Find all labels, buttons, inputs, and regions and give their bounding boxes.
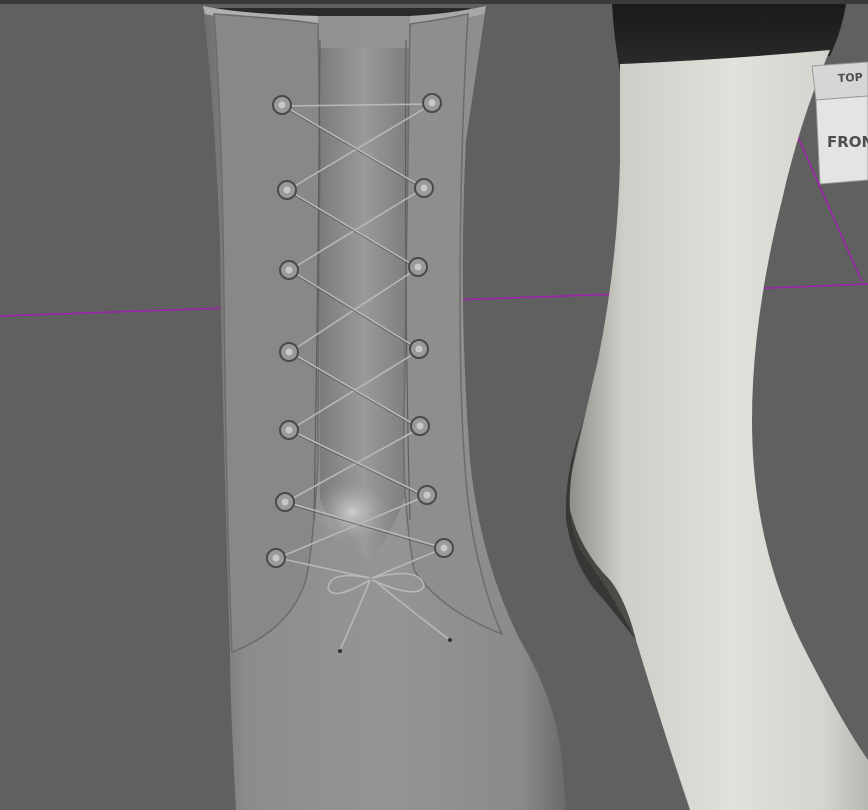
viewport-canvas[interactable]: TOP FRONT (0, 0, 868, 810)
lace-tip (338, 649, 342, 653)
tongue-highlight (312, 478, 392, 546)
view-cube-front-label[interactable]: FRONT (827, 133, 868, 151)
viewport-top-edge (0, 0, 868, 4)
3d-viewport[interactable]: TOP FRONT (0, 0, 868, 810)
lace-tip (448, 638, 452, 642)
boot-model[interactable] (203, 6, 566, 810)
view-cube[interactable]: TOP FRONT (811, 61, 868, 185)
view-cube-top-label[interactable]: TOP (837, 71, 863, 85)
